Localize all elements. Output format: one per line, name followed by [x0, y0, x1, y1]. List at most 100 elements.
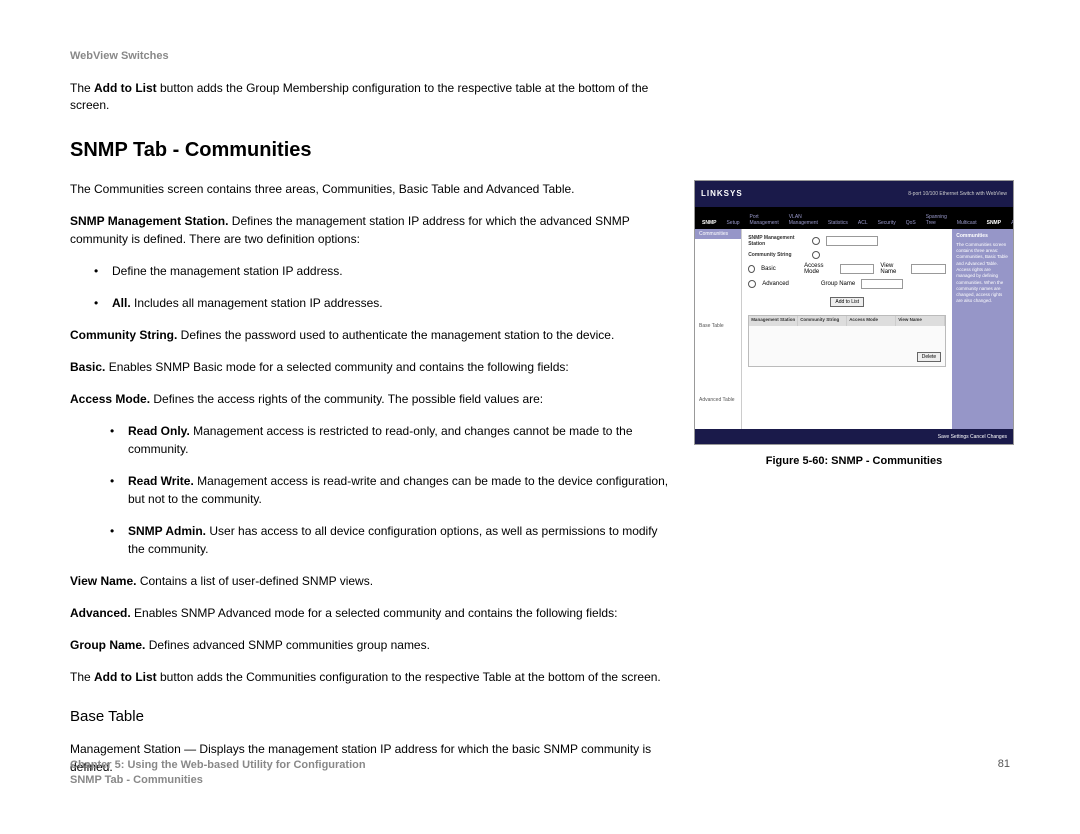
help-title: Communities [956, 233, 1009, 240]
th: Access Mode [847, 316, 896, 326]
product-label: 8-port 10/100 Ethernet Switch with WebVi… [908, 191, 1007, 197]
overview-paragraph: The Communities screen contains three ar… [70, 180, 670, 198]
figure-column: LINKSYS 8-port 10/100 Ethernet Switch wi… [694, 180, 1014, 467]
station-paragraph: SNMP Management Station. Defines the man… [70, 212, 670, 248]
help-text: The Communities screen contains three ar… [956, 242, 1009, 305]
comm-bold: Community String. [70, 328, 177, 342]
list-item: SNMP Admin. User has access to all devic… [110, 522, 670, 558]
radio-icon [748, 265, 755, 273]
fig-sidebar: Communities Base Table Advanced Table [695, 229, 742, 429]
intro-paragraph: The Add to List button adds the Group Me… [70, 80, 670, 115]
nav-item: ACL [855, 217, 871, 229]
nav-item: VLAN Management [786, 211, 821, 229]
nav-item: SNMP [984, 217, 1004, 229]
definition-options-list: Define the management station IP address… [70, 262, 670, 312]
footer-section: SNMP Tab - Communities [70, 773, 366, 788]
add-bold: Add to List [94, 670, 157, 684]
base-table-heading: Base Table [70, 706, 670, 729]
basic-text: Enables SNMP Basic mode for a selected c… [105, 360, 568, 374]
group-name-paragraph: Group Name. Defines advanced SNMP commun… [70, 636, 670, 654]
radio-icon [812, 237, 820, 245]
access-mode-paragraph: Access Mode. Defines the access rights o… [70, 390, 670, 408]
nav-item: Setup [723, 217, 742, 229]
nav-item: Security [875, 217, 899, 229]
group-bold: Group Name. [70, 638, 145, 652]
comm-text: Defines the password used to authenticat… [177, 328, 614, 342]
view-text: Contains a list of user-defined SNMP vie… [136, 574, 373, 588]
view-name-select [911, 264, 946, 274]
view-bold: View Name. [70, 574, 136, 588]
list-item: Define the management station IP address… [94, 262, 670, 280]
adv-bold: Advanced. [70, 606, 131, 620]
base-table-grid: Management Station Community String Acce… [748, 315, 946, 367]
li-text: Define the management station IP address… [112, 264, 343, 278]
li-bold: Read Write. [128, 474, 194, 488]
add-to-list-paragraph: The Add to List button adds the Communit… [70, 668, 670, 686]
list-item: Read Write. Management access is read-wr… [110, 472, 670, 508]
li-bold: SNMP Admin. [128, 524, 206, 538]
table-header: Management Station Community String Acce… [749, 316, 945, 326]
sidebar-item: Advanced Table [695, 393, 741, 407]
access-text: Defines the access rights of the communi… [150, 392, 543, 406]
sidebar-item: Base Table [695, 319, 741, 333]
form-label: Basic [761, 266, 776, 272]
nav-item: Port Management [747, 211, 782, 229]
li-bold: All. [112, 296, 131, 310]
th: View Name [896, 316, 945, 326]
li-text: Management access is restricted to read-… [128, 424, 633, 456]
li-text: User has access to all device configurat… [128, 524, 658, 556]
radio-icon [812, 251, 820, 259]
fig-body: Communities Base Table Advanced Table SN… [695, 229, 1013, 429]
nav-item: QoS [903, 217, 919, 229]
list-item: All. Includes all management station IP … [94, 294, 670, 312]
form-label: View Name [880, 263, 905, 275]
page-number: 81 [998, 758, 1010, 788]
nav-tab-snmp: SNMP [699, 217, 719, 229]
linksys-logo: LINKSYS [701, 189, 743, 198]
basic-paragraph: Basic. Enables SNMP Basic mode for a sel… [70, 358, 670, 376]
access-mode-select [840, 264, 875, 274]
intro-bold: Add to List [94, 81, 157, 95]
page-footer: Chapter 5: Using the Web-based Utility f… [70, 758, 1010, 788]
th: Management Station [749, 316, 798, 326]
form-label: SNMP Management Station [748, 235, 806, 247]
radio-icon [748, 280, 756, 288]
page-header: WebView Switches [70, 50, 1010, 62]
adv-text: Enables SNMP Advanced mode for a selecte… [131, 606, 618, 620]
fig-footer: Save Settings Cancel Changes [695, 429, 1013, 445]
add-to-list-button: Add to List [830, 297, 864, 307]
fig-nav: SNMP Setup Port Management VLAN Manageme… [695, 207, 1013, 229]
view-name-paragraph: View Name. Contains a list of user-defin… [70, 572, 670, 590]
li-bold: Read Only. [128, 424, 190, 438]
section-heading: SNMP Tab - Communities [70, 139, 1010, 162]
station-bold: SNMP Management Station. [70, 214, 228, 228]
figure-caption: Figure 5-60: SNMP - Communities [694, 455, 1014, 467]
form-label: Community String [748, 252, 806, 258]
basic-bold: Basic. [70, 360, 105, 374]
screenshot-figure: LINKSYS 8-port 10/100 Ethernet Switch wi… [694, 180, 1014, 445]
intro-pre: The [70, 81, 94, 95]
group-name-select [861, 279, 903, 289]
main-text-column: The Communities screen contains three ar… [70, 180, 670, 791]
footer-chapter: Chapter 5: Using the Web-based Utility f… [70, 758, 366, 773]
community-string-paragraph: Community String. Defines the password u… [70, 326, 670, 344]
ip-input [826, 236, 878, 246]
delete-button: Delete [917, 352, 941, 362]
list-item: Read Only. Management access is restrict… [110, 422, 670, 458]
fig-topbar: LINKSYS 8-port 10/100 Ethernet Switch wi… [695, 181, 1013, 207]
li-text: Includes all management station IP addre… [131, 296, 383, 310]
access-bold: Access Mode. [70, 392, 150, 406]
fig-main-panel: SNMP Management Station Community String… [742, 229, 952, 429]
nav-item: Multicast [954, 217, 980, 229]
group-text: Defines advanced SNMP communities group … [145, 638, 430, 652]
form-label: Advanced [762, 281, 789, 287]
nav-item: Spanning Tree [923, 211, 950, 229]
sidebar-active-tab: Communities [695, 229, 741, 239]
help-pane: Communities The Communities screen conta… [952, 229, 1013, 429]
form-label: Group Name [821, 281, 855, 287]
nav-item: Statistics [825, 217, 851, 229]
form-label: Access Mode [804, 263, 834, 275]
advanced-paragraph: Advanced. Enables SNMP Advanced mode for… [70, 604, 670, 622]
nav-item: Admin [1008, 217, 1014, 229]
access-mode-list: Read Only. Management access is restrict… [70, 422, 670, 558]
